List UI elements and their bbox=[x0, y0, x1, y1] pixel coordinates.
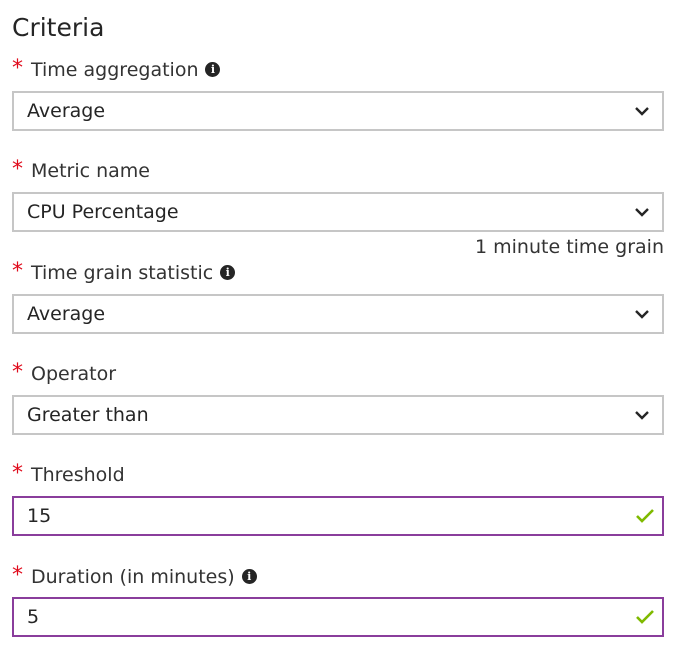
info-icon[interactable]: i bbox=[220, 264, 236, 280]
checkmark-icon bbox=[636, 509, 654, 523]
operator-label-text: Operator bbox=[31, 363, 117, 385]
section-title: Criteria bbox=[12, 13, 105, 42]
time-grain-statistic-label-text: Time grain statistic bbox=[31, 262, 214, 284]
chevron-down-icon bbox=[635, 208, 649, 217]
chevron-down-icon bbox=[635, 310, 649, 319]
required-asterisk: * bbox=[12, 258, 23, 284]
required-asterisk: * bbox=[12, 359, 23, 385]
metric-name-label-text: Metric name bbox=[31, 160, 150, 182]
time-grain-statistic-dropdown[interactable]: Average bbox=[12, 294, 664, 334]
duration-label-text: Duration (in minutes) bbox=[31, 566, 235, 588]
info-icon[interactable]: i bbox=[205, 61, 221, 77]
duration-input[interactable]: 5 bbox=[12, 597, 664, 637]
time-grain-statistic-value: Average bbox=[27, 303, 106, 325]
operator-dropdown[interactable]: Greater than bbox=[12, 395, 664, 435]
metric-name-dropdown[interactable]: CPU Percentage bbox=[12, 192, 664, 232]
chevron-down-icon bbox=[635, 107, 649, 116]
info-icon[interactable]: i bbox=[241, 568, 257, 584]
time-aggregation-value: Average bbox=[27, 100, 106, 122]
checkmark-icon bbox=[636, 610, 654, 624]
metric-name-label: * Metric name bbox=[12, 157, 150, 185]
required-asterisk: * bbox=[12, 55, 23, 81]
required-asterisk: * bbox=[12, 562, 23, 588]
threshold-label: * Threshold bbox=[12, 461, 125, 489]
time-aggregation-dropdown[interactable]: Average bbox=[12, 91, 664, 131]
required-asterisk: * bbox=[12, 460, 23, 486]
threshold-input[interactable]: 15 bbox=[12, 496, 664, 536]
operator-value: Greater than bbox=[27, 404, 149, 426]
time-grain-statistic-label: * Time grain statistic i bbox=[12, 258, 236, 287]
threshold-value: 15 bbox=[27, 505, 52, 527]
operator-label: * Operator bbox=[12, 360, 116, 388]
required-asterisk: * bbox=[12, 156, 23, 182]
metric-name-value: CPU Percentage bbox=[27, 201, 179, 223]
duration-label: * Duration (in minutes) i bbox=[12, 563, 257, 591]
time-aggregation-label-text: Time aggregation bbox=[31, 59, 199, 81]
duration-value: 5 bbox=[27, 606, 40, 628]
time-grain-hint: 1 minute time grain bbox=[475, 236, 664, 258]
threshold-label-text: Threshold bbox=[31, 464, 125, 486]
time-aggregation-label: * Time aggregation i bbox=[12, 55, 221, 84]
chevron-down-icon bbox=[635, 411, 649, 420]
